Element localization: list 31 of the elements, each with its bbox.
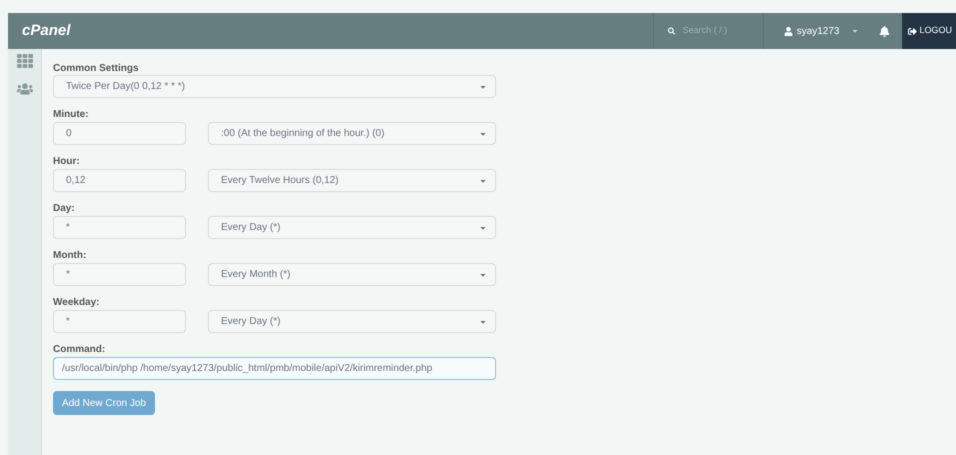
field-label: Minute:: [53, 108, 90, 122]
input-field[interactable]: *: [53, 263, 186, 286]
search-icon: [668, 26, 675, 36]
notification-bell-icon[interactable]: [879, 26, 890, 36]
input-field[interactable]: *: [53, 310, 186, 333]
dropdown[interactable]: Twice Per Day(0 0,12 * * *): [53, 75, 496, 98]
users-icon[interactable]: [16, 81, 32, 97]
field-label: Common Settings: [53, 62, 140, 75]
field-label: Weekday:: [53, 296, 101, 310]
input-field[interactable]: 0: [53, 122, 186, 145]
username[interactable]: syay1273: [796, 24, 840, 38]
field-label: Month:: [53, 249, 88, 263]
field-label: Day:: [53, 202, 76, 216]
logout-icon: [908, 26, 918, 36]
dropdown[interactable]: Every Day (*): [208, 310, 496, 333]
grid-icon[interactable]: [16, 53, 32, 69]
input-field[interactable]: *: [53, 216, 186, 239]
dropdown[interactable]: :00 (At the beginning of the hour.) (0): [208, 122, 496, 145]
input-field[interactable]: 0,12: [53, 169, 186, 192]
logout-button[interactable]: LOGOU: [902, 13, 956, 49]
caret-icon[interactable]: [851, 27, 860, 35]
search-field[interactable]: Search ( / ): [682, 24, 763, 38]
field-label: Hour:: [53, 155, 81, 169]
logo[interactable]: cPanel: [22, 20, 70, 42]
user-icon: [784, 26, 793, 36]
dropdown[interactable]: Every Month (*): [208, 263, 496, 286]
add-cron-job-button[interactable]: Add New Cron Job: [53, 391, 155, 415]
dropdown[interactable]: Every Twelve Hours (0,12): [208, 169, 496, 192]
command-field[interactable]: /usr/local/bin/php /home/syay1273/public_html/pmb/mobile/apiV2/kirimreminder.php: [53, 357, 496, 380]
field-label: Command:: [53, 343, 106, 357]
dropdown[interactable]: Every Day (*): [208, 216, 496, 239]
